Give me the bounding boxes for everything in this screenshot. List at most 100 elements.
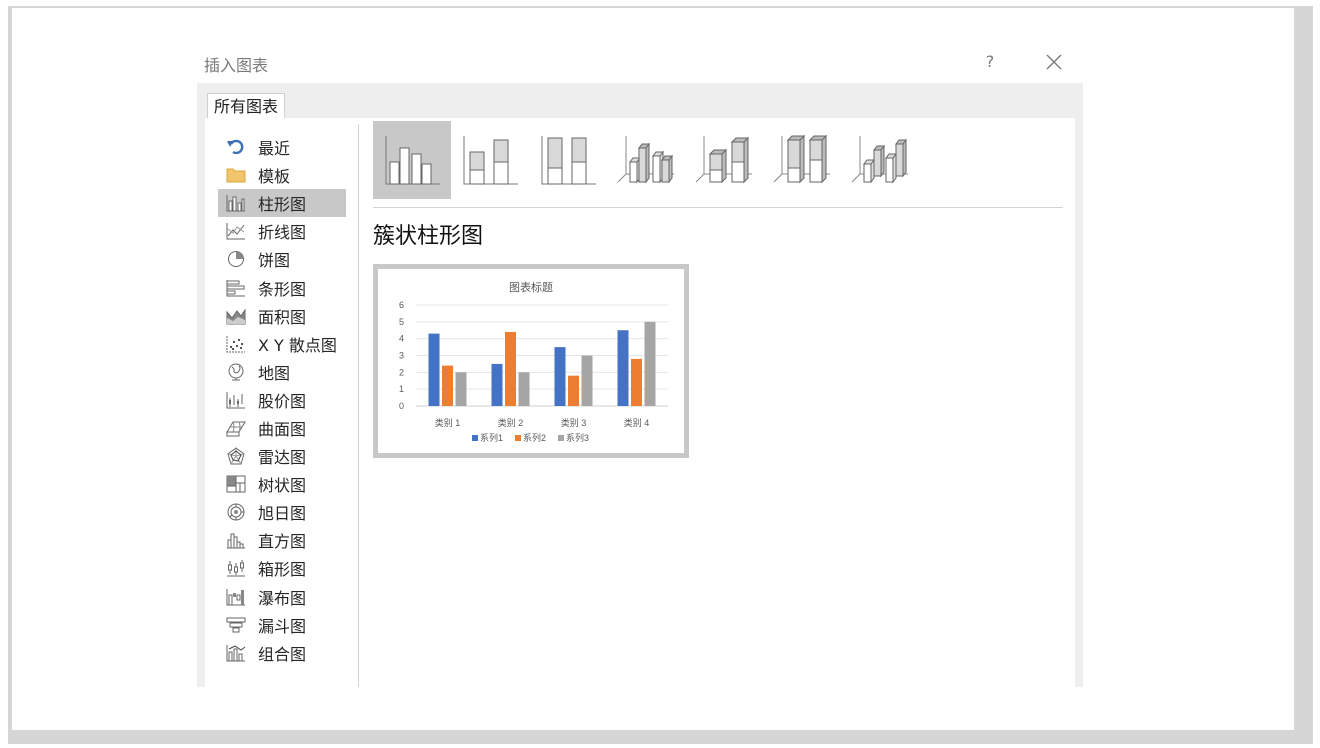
3d-stacked-column-icon bbox=[695, 136, 752, 184]
bar-1-3 bbox=[554, 347, 566, 406]
box-whisker-chart-icon bbox=[222, 558, 250, 578]
3d-column-icon bbox=[851, 136, 908, 184]
bar-2-4 bbox=[631, 358, 642, 406]
subtype-clustered-column[interactable] bbox=[373, 121, 451, 199]
sidebar-item-radar[interactable]: 雷达图 bbox=[218, 442, 346, 470]
waterfall-chart-icon bbox=[222, 587, 250, 607]
sidebar-item-sunburst[interactable]: 旭日图 bbox=[218, 498, 346, 526]
sidebar-item-label: 最近 bbox=[258, 139, 291, 159]
bar-3-2 bbox=[518, 372, 530, 406]
help-button[interactable]: ? bbox=[978, 50, 1002, 74]
subtype-stacked-column[interactable] bbox=[451, 121, 529, 199]
y-tick-label: 2 bbox=[399, 367, 404, 377]
x-tick-label: 类别 3 bbox=[561, 417, 587, 428]
sidebar-item-column[interactable]: 柱形图 bbox=[218, 189, 346, 218]
bar-2-1 bbox=[442, 365, 453, 406]
sidebar-item-label: 模板 bbox=[258, 167, 291, 187]
subtype-3d-stacked-column[interactable] bbox=[685, 121, 763, 199]
subtype-percent-stacked-column[interactable] bbox=[529, 121, 607, 199]
subtype-3d-percent-stacked-column[interactable] bbox=[763, 121, 841, 199]
3d-percent-stacked-column-icon bbox=[773, 134, 830, 184]
sidebar-item-area[interactable]: 面积图 bbox=[218, 302, 346, 330]
treemap-chart-icon bbox=[222, 474, 250, 494]
sidebar-item-label: 直方图 bbox=[258, 532, 307, 552]
bar-3-1 bbox=[455, 372, 467, 406]
recent-icon bbox=[222, 137, 250, 157]
column-chart-icon bbox=[222, 193, 250, 213]
sidebar-item-label: X Y 散点图 bbox=[258, 335, 337, 355]
chart-subtype-gallery bbox=[373, 121, 919, 201]
sidebar-item-treemap[interactable]: 树状图 bbox=[218, 470, 346, 498]
chart-type-sidebar: 最近 模板 柱形图 折线图 饼图 条形图 面积图 X Y 散点图 地图 股价图 … bbox=[218, 133, 346, 667]
sidebar-item-label: 股价图 bbox=[258, 391, 307, 411]
sidebar-item-box-whisker[interactable]: 箱形图 bbox=[218, 554, 346, 582]
close-icon[interactable] bbox=[1042, 50, 1066, 74]
sidebar-item-label: 折线图 bbox=[258, 223, 307, 243]
sidebar-item-label: 组合图 bbox=[258, 644, 307, 664]
scatter-chart-icon bbox=[222, 334, 250, 354]
sidebar-item-label: 箱形图 bbox=[258, 560, 307, 580]
sidebar-item-histogram[interactable]: 直方图 bbox=[218, 526, 346, 554]
sidebar-item-label: 漏斗图 bbox=[258, 616, 307, 636]
x-tick-label: 类别 2 bbox=[498, 417, 524, 428]
bar-2-3 bbox=[568, 375, 579, 406]
y-tick-label: 4 bbox=[399, 334, 404, 344]
x-tick-label: 类别 1 bbox=[435, 417, 461, 428]
percent-stacked-column-icon bbox=[541, 136, 596, 185]
sidebar-item-label: 饼图 bbox=[258, 251, 291, 271]
3d-clustered-column-icon bbox=[617, 136, 674, 184]
legend-label: 系列3 bbox=[566, 432, 589, 443]
area-chart-icon bbox=[222, 306, 250, 326]
surface-chart-icon bbox=[222, 418, 250, 438]
subtype-3d-clustered-column[interactable] bbox=[607, 121, 685, 199]
pie-chart-icon bbox=[222, 249, 250, 269]
y-tick-label: 6 bbox=[399, 300, 404, 310]
sidebar-item-funnel[interactable]: 漏斗图 bbox=[218, 611, 346, 639]
bar-1-4 bbox=[617, 330, 629, 406]
tab-bar bbox=[197, 83, 1083, 118]
sidebar-item-label: 旭日图 bbox=[258, 504, 307, 524]
funnel-chart-icon bbox=[222, 615, 250, 635]
y-tick-label: 5 bbox=[399, 317, 404, 327]
chart-preview-svg: 图表标题 0 1 2 3 4 5 6 类别 1 类别 2 类别 3 类别 4 系列1 系列2 系列3 bbox=[399, 280, 668, 443]
sidebar-item-waterfall[interactable]: 瀑布图 bbox=[218, 583, 346, 611]
sidebar-item-surface[interactable]: 曲面图 bbox=[218, 414, 346, 442]
clustered-column-icon bbox=[385, 136, 440, 185]
sidebar-item-recent[interactable]: 最近 bbox=[218, 133, 346, 161]
legend-label: 系列2 bbox=[523, 432, 546, 443]
sidebar-item-scatter[interactable]: X Y 散点图 bbox=[218, 330, 346, 358]
y-tick-label: 0 bbox=[399, 401, 404, 411]
dialog-title: 插入图表 bbox=[204, 56, 269, 75]
sidebar-item-line[interactable]: 折线图 bbox=[218, 217, 346, 245]
sidebar-item-label: 瀑布图 bbox=[258, 588, 307, 608]
map-chart-icon bbox=[222, 362, 250, 382]
sunburst-chart-icon bbox=[222, 502, 250, 522]
stacked-column-icon bbox=[463, 136, 518, 185]
bar-2-2 bbox=[505, 331, 516, 406]
chart-title: 图表标题 bbox=[509, 280, 553, 294]
tab-all-charts[interactable]: 所有图表 bbox=[207, 93, 286, 119]
sidebar-item-label: 柱形图 bbox=[258, 195, 307, 215]
y-tick-label: 1 bbox=[399, 384, 404, 394]
sidebar-item-bar[interactable]: 条形图 bbox=[218, 273, 346, 301]
bar-1-2 bbox=[491, 363, 503, 406]
legend-swatch bbox=[558, 435, 564, 441]
bar-chart-icon bbox=[222, 278, 250, 298]
subtype-3d-column[interactable] bbox=[841, 121, 919, 199]
sidebar-item-label: 雷达图 bbox=[258, 448, 307, 468]
sidebar-item-label: 面积图 bbox=[258, 307, 307, 327]
line-chart-icon bbox=[222, 221, 250, 241]
legend-swatch bbox=[472, 435, 478, 441]
gallery-divider bbox=[373, 207, 1063, 208]
sidebar-item-stock[interactable]: 股价图 bbox=[218, 386, 346, 414]
sidebar-item-label: 条形图 bbox=[258, 279, 307, 299]
x-tick-label: 类别 4 bbox=[624, 417, 650, 428]
chart-preview[interactable]: 图表标题 0 1 2 3 4 5 6 类别 1 类别 2 类别 3 类别 4 系列1 系列2 系列3 bbox=[373, 264, 689, 458]
bar-3-4 bbox=[644, 321, 656, 406]
sidebar-item-templates[interactable]: 模板 bbox=[218, 161, 346, 189]
sidebar-divider bbox=[358, 124, 359, 687]
sidebar-item-map[interactable]: 地图 bbox=[218, 358, 346, 386]
sidebar-item-pie[interactable]: 饼图 bbox=[218, 245, 346, 273]
sidebar-item-combo[interactable]: 组合图 bbox=[218, 639, 346, 667]
sidebar-item-label: 地图 bbox=[258, 363, 291, 383]
